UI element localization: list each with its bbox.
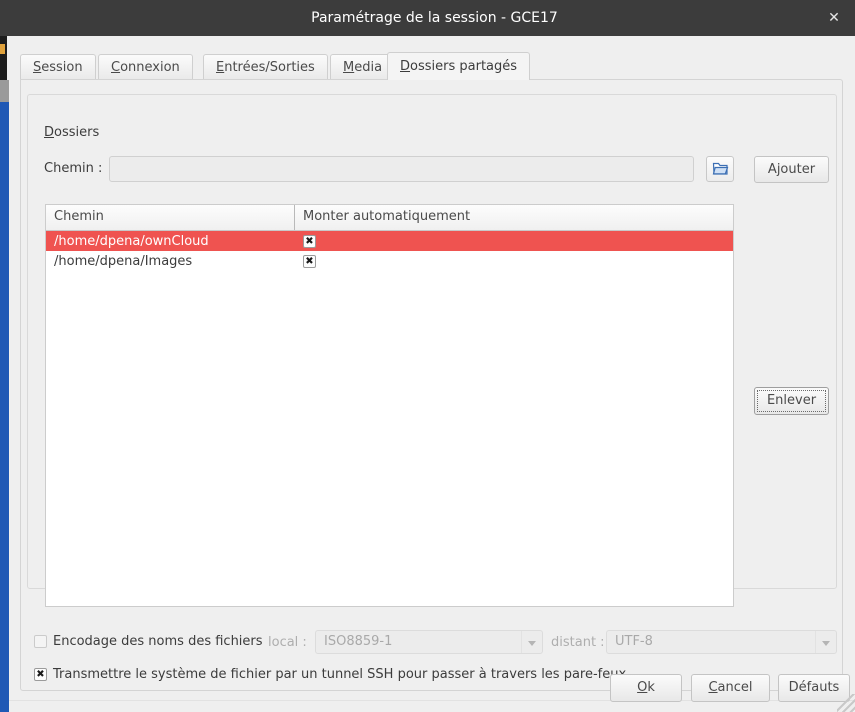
auto-mount-checkbox-icon[interactable] <box>303 234 316 248</box>
cell-path: /home/dpena/Images <box>54 253 193 269</box>
screen: Paramétrage de la session - GCE17 ✕ Sess… <box>0 0 855 712</box>
background-icon-dot <box>0 44 5 54</box>
session-settings-dialog: Session Connexion Entrées/Sorties Media … <box>9 36 855 712</box>
ssh-tunnel-checkbox[interactable] <box>34 668 47 681</box>
background-window-strip <box>0 36 7 80</box>
encodage-checkbox[interactable] <box>34 635 47 648</box>
tab-connexion[interactable]: Connexion <box>98 54 193 80</box>
tab-dossiers-partages[interactable]: Dossiers partagés <box>387 52 531 80</box>
background-titlebar-strip <box>0 0 14 36</box>
chevron-down-icon[interactable] <box>521 631 542 653</box>
tab-bar: Session Connexion Entrées/Sorties Media … <box>20 52 845 80</box>
close-icon[interactable]: ✕ <box>823 8 845 28</box>
title-bar: Paramétrage de la session - GCE17 ✕ <box>14 0 855 36</box>
table-header-row: Chemin Monter automatiquement <box>46 205 733 231</box>
table-row[interactable]: /home/dpena/Images <box>46 251 733 271</box>
window-title: Paramétrage de la session - GCE17 <box>311 10 558 26</box>
cell-auto-mount[interactable] <box>295 234 733 249</box>
ok-button[interactable]: Ok <box>610 674 682 702</box>
table-row[interactable]: /home/dpena/ownCloud <box>46 231 733 251</box>
ajouter-button[interactable]: Ajouter <box>754 156 829 183</box>
encodage-label[interactable]: Encodage des noms des fichiers <box>53 634 263 649</box>
background-grey-strip <box>0 80 9 102</box>
column-header-monter-automatiquement[interactable]: Monter automatiquement <box>295 205 733 230</box>
enlever-button[interactable]: Enlever <box>754 387 829 415</box>
auto-mount-checkbox-icon[interactable] <box>303 254 316 268</box>
column-header-chemin[interactable]: Chemin <box>46 205 295 230</box>
distant-label: distant : <box>551 635 605 650</box>
local-label: local : <box>268 635 307 650</box>
dossiers-groupbox-title: Dossiers <box>39 125 105 140</box>
desktop-background-strip <box>0 102 9 712</box>
distant-encoding-value: UTF-8 <box>615 634 653 649</box>
chevron-down-icon[interactable] <box>815 631 836 653</box>
chemin-label: Chemin : <box>44 161 103 176</box>
ssh-tunnel-label[interactable]: Transmettre le système de fichier par un… <box>53 667 626 682</box>
cell-auto-mount[interactable] <box>295 254 733 269</box>
shared-folders-table[interactable]: Chemin Monter automatiquement /home/dpen… <box>45 204 734 607</box>
local-encoding-combobox[interactable]: ISO8859-1 <box>315 630 543 654</box>
cancel-button[interactable]: Cancel <box>691 674 770 702</box>
tab-entrees-sorties[interactable]: Entrées/Sorties <box>203 54 328 80</box>
local-encoding-value: ISO8859-1 <box>324 634 393 649</box>
chemin-input[interactable] <box>109 156 694 182</box>
enlever-button-label: Enlever <box>766 393 817 408</box>
tab-session[interactable]: Session <box>20 54 96 80</box>
browse-folder-button[interactable] <box>706 156 734 182</box>
tab-media[interactable]: Media <box>330 54 396 80</box>
open-folder-icon <box>707 161 733 176</box>
resize-grip[interactable] <box>837 694 855 712</box>
distant-encoding-combobox[interactable]: UTF-8 <box>606 630 837 654</box>
cell-path: /home/dpena/ownCloud <box>54 233 209 249</box>
